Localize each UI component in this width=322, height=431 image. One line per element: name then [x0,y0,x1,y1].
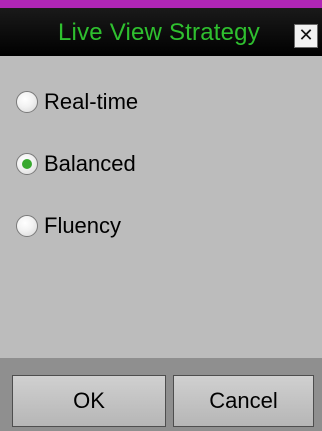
close-button[interactable]: ✕ [294,24,318,48]
radio-balanced[interactable] [16,153,38,175]
radio-fluency[interactable] [16,215,38,237]
top-accent-bar [0,0,322,8]
ok-button[interactable]: OK [12,375,166,427]
option-fluency[interactable]: Fluency [16,212,121,240]
option-balanced[interactable]: Balanced [16,150,136,178]
dialog-title: Live View Strategy [58,19,260,46]
option-label-balanced: Balanced [44,151,136,176]
radio-real-time[interactable] [16,91,38,113]
close-icon: ✕ [298,25,314,46]
option-label-fluency: Fluency [44,213,122,238]
cancel-button[interactable]: Cancel [173,375,314,427]
dialog-titlebar: Live View Strategy ✕ [0,8,322,56]
dialog-button-bar: OK Cancel [0,358,322,431]
option-real-time[interactable]: Real-time [16,88,138,116]
option-label-real-time: Real-time [44,89,139,114]
strategy-options-panel: Real-time Balanced Fluency [0,56,322,358]
